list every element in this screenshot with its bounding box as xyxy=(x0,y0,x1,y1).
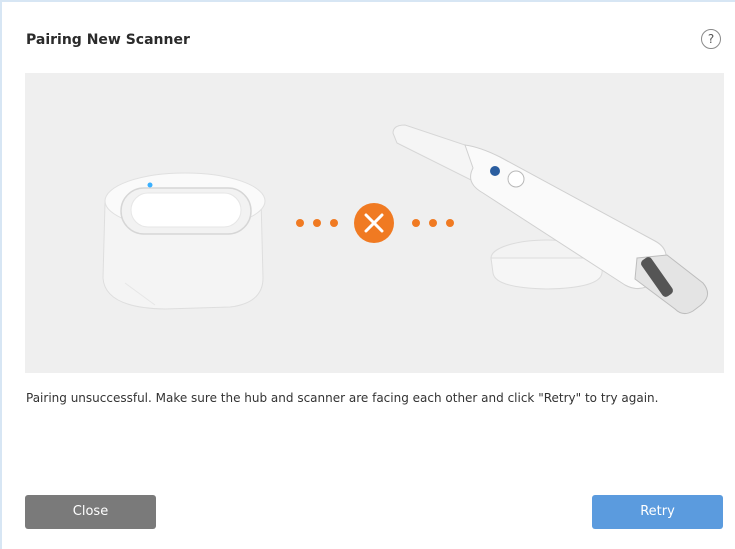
status-message: Pairing unsuccessful. Make sure the hub … xyxy=(26,391,659,405)
x-circle-icon xyxy=(354,203,394,243)
pairing-illustration xyxy=(25,73,724,373)
retry-button[interactable]: Retry xyxy=(592,495,723,529)
illustration-svg xyxy=(102,124,708,315)
dialog-title: Pairing New Scanner xyxy=(26,32,190,48)
scanner-image xyxy=(392,124,708,315)
hub-led-icon xyxy=(147,182,153,188)
pairing-dialog: Pairing New Scanner ? Pairing unsuccessf… xyxy=(2,2,735,549)
connection-dots-right xyxy=(412,219,454,227)
scanner-button-icon xyxy=(490,166,500,176)
hub-image xyxy=(102,172,266,310)
help-icon[interactable]: ? xyxy=(701,29,721,49)
connection-dots-left xyxy=(296,219,338,227)
close-button[interactable]: Close xyxy=(25,495,156,529)
